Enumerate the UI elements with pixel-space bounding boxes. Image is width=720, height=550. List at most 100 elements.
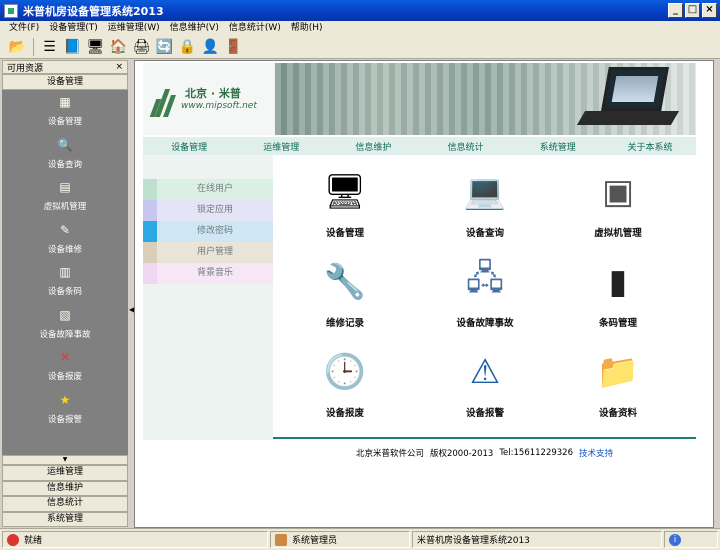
nav-item-device-repair[interactable]: ✎ 设备维修: [2, 218, 128, 261]
menu-stats[interactable]: 信息统计(W): [224, 21, 286, 35]
subnav-change-password[interactable]: 修改密码: [143, 221, 273, 242]
group-header-device[interactable]: 设备管理: [2, 74, 128, 90]
tile-device-docs[interactable]: 📁 设备资料: [558, 347, 678, 432]
maximize-button[interactable]: □: [685, 3, 700, 18]
lock-icon[interactable]: 🔒: [178, 37, 197, 56]
top-nav: 设备管理 运维管理 信息维护 信息统计 系统管理 关于本系统: [143, 137, 696, 155]
menu-file[interactable]: 文件(F): [4, 21, 44, 35]
sub-nav: 在线用户 锁定应用 修改密码 用户管理 背景音乐: [143, 155, 273, 440]
monitor-icon[interactable]: 🖥: [86, 37, 105, 56]
status-user: 系统管理员: [270, 531, 410, 548]
nav-label: 虚拟机管理: [43, 202, 87, 213]
nav-item-device-fault[interactable]: ▧ 设备故障事故: [2, 303, 128, 346]
nav-label: 设备报废: [47, 372, 82, 383]
vmware-icon: ▣: [601, 172, 635, 212]
group-tab-ops[interactable]: 运维管理: [2, 465, 128, 481]
topnav-device[interactable]: 设备管理: [143, 140, 235, 153]
window-title: 米普机房设备管理系统2013: [23, 4, 164, 18]
monitor-icon: 🖥: [323, 172, 367, 212]
subnav-lock-app[interactable]: 锁定应用: [143, 200, 273, 221]
tile-label: 虚拟机管理: [594, 228, 642, 239]
footer-phone: Tel:15611229326: [499, 448, 574, 458]
tile-label: 设备报废: [325, 408, 364, 419]
nav-item-device-manage[interactable]: ▦ 设备管理: [2, 90, 128, 133]
tile-label: 设备报警: [465, 408, 504, 419]
group-tab-system[interactable]: 系统管理: [2, 511, 128, 527]
list-icon[interactable]: ☰: [40, 37, 59, 56]
menu-device[interactable]: 设备管理(T): [44, 21, 103, 35]
banner: 北京 · 米普 www.mipsoft.net: [143, 63, 696, 135]
nav-item-device-query[interactable]: 🔍 设备查询: [2, 133, 128, 176]
menu-help[interactable]: 帮助(H): [286, 21, 328, 35]
panel-header: 可用资源 ×: [2, 60, 128, 74]
nav-item-vm-manage[interactable]: ▤ 虚拟机管理: [2, 175, 128, 218]
group-tab-stats[interactable]: 信息统计: [2, 496, 128, 512]
home-icon[interactable]: 🏠: [109, 37, 128, 56]
subnav-label: 用户管理: [157, 242, 273, 263]
subnav-label: 锁定应用: [157, 200, 273, 221]
logo-name: 北京 · 米普: [185, 87, 241, 100]
panel-close-icon[interactable]: ×: [115, 62, 123, 72]
repair-icon: ✎: [59, 222, 71, 237]
tile-device-query[interactable]: 💻 设备查询: [425, 167, 545, 252]
tile-device-alarm[interactable]: ⚠ 设备报警: [425, 347, 545, 432]
subnav-label: 背景音乐: [157, 263, 273, 284]
tile-label: 维修记录: [325, 318, 364, 329]
close-button[interactable]: ×: [702, 3, 717, 18]
toolbar-separator: [33, 37, 34, 56]
topnav-stats[interactable]: 信息统计: [420, 140, 512, 153]
laptop-image: [576, 67, 681, 127]
star-icon: ★: [59, 392, 71, 407]
topnav-about[interactable]: 关于本系统: [604, 140, 696, 153]
nav-item-device-scrap[interactable]: ✕ 设备报废: [2, 345, 128, 388]
tile-vm-manage[interactable]: ▣ 虚拟机管理: [558, 167, 678, 252]
banner-image: [275, 63, 696, 135]
status-info: i: [664, 531, 718, 548]
nav-label: 设备报警: [47, 414, 82, 425]
topnav-system[interactable]: 系统管理: [512, 140, 604, 153]
subnav-label: 修改密码: [157, 221, 273, 242]
printer-icon[interactable]: 🖨: [132, 37, 151, 56]
toolbar: 📂 ☰ 📘 🖥 🏠 🖨 🔄 🔒 👤 🚪: [0, 35, 720, 59]
nav-label: 设备条码: [47, 287, 82, 298]
server-error-icon: 🖧: [466, 257, 504, 298]
folder-icon: 📁: [596, 352, 640, 392]
topnav-info[interactable]: 信息维护: [327, 140, 419, 153]
refresh-icon[interactable]: 🔄: [155, 37, 174, 56]
grid-icon: ▦: [59, 95, 71, 110]
footer-copyright: 版权2000-2013: [429, 449, 494, 459]
user-icon[interactable]: 👤: [201, 37, 220, 56]
topnav-ops[interactable]: 运维管理: [235, 140, 327, 153]
tech-support-link[interactable]: 技术支持: [579, 447, 613, 459]
exit-icon[interactable]: 🚪: [224, 37, 243, 56]
menu-info[interactable]: 信息维护(V): [165, 21, 224, 35]
status-user-text: 系统管理员: [292, 536, 338, 546]
collapse-down-icon[interactable]: ▼: [2, 455, 128, 465]
nav-label: 设备查询: [47, 159, 82, 170]
panel-title: 可用资源: [7, 63, 44, 74]
status-ready: 就绪: [2, 531, 268, 548]
nav-list: ▦ 设备管理 🔍 设备查询 ▤ 虚拟机管理 ✎ 设备维修 ▥ 设备条码 ▧ 设备…: [2, 90, 128, 455]
wrench-icon: 🔧: [323, 262, 367, 302]
book-icon[interactable]: 📘: [63, 37, 82, 56]
tile-barcode-manage[interactable]: ▮ 条码管理: [558, 257, 678, 342]
status-app: 米普机房设备管理系统2013: [412, 531, 662, 548]
tile-device-fault[interactable]: 🖧 设备故障事故: [425, 257, 545, 342]
group-tab-info[interactable]: 信息维护: [2, 480, 128, 496]
logo: 北京 · 米普 www.mipsoft.net: [143, 63, 275, 135]
nav-item-device-barcode[interactable]: ▥ 设备条码: [2, 260, 128, 303]
subnav-bg-music[interactable]: 背景音乐: [143, 263, 273, 284]
minimize-button[interactable]: _: [668, 3, 683, 18]
tile-device-scrap[interactable]: 🕒 设备报废: [285, 347, 405, 432]
status-app-text: 米普机房设备管理系统2013: [417, 536, 530, 546]
tile-label: 设备查询: [465, 228, 504, 239]
tile-device-manage[interactable]: 🖥 设备管理: [285, 167, 405, 252]
footer: 北京米普软件公司 版权2000-2013 Tel:15611229326 技术支…: [273, 439, 696, 467]
menu-ops[interactable]: 运维管理(W): [103, 21, 165, 35]
tile-repair-record[interactable]: 🔧 维修记录: [285, 257, 405, 342]
subnav-online-users[interactable]: 在线用户: [143, 179, 273, 200]
open-folder-icon[interactable]: 📂: [8, 37, 27, 56]
subnav-user-manage[interactable]: 用户管理: [143, 242, 273, 263]
search-icon: 🔍: [57, 137, 73, 152]
nav-item-device-alarm[interactable]: ★ 设备报警: [2, 388, 128, 431]
